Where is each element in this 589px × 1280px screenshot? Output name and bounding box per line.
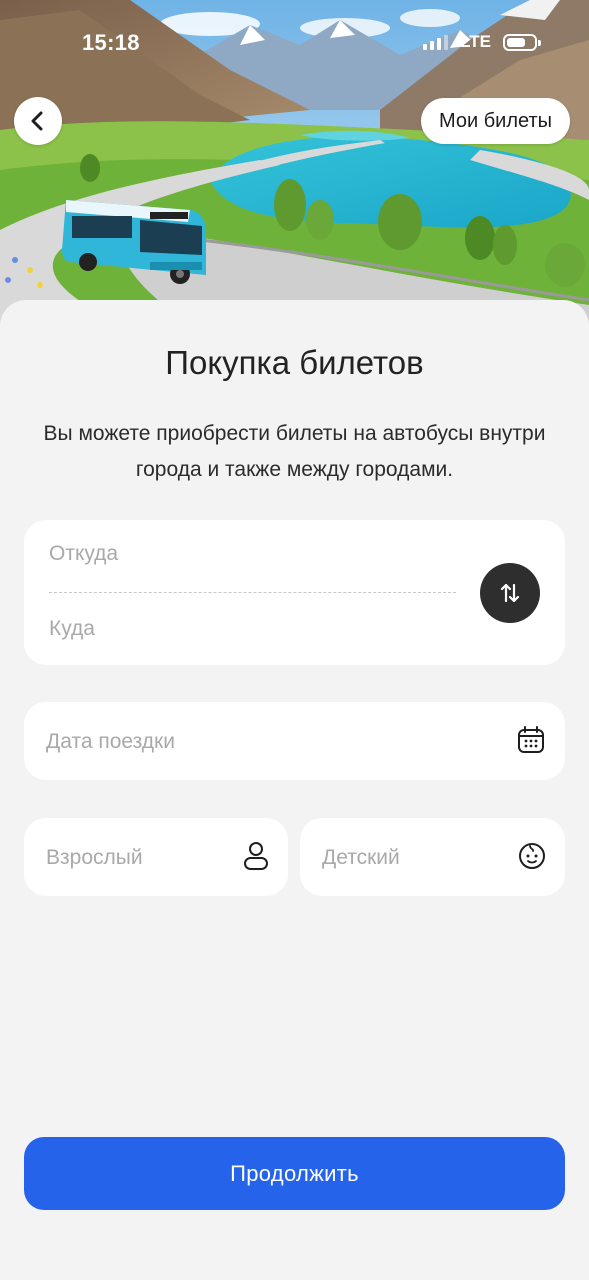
- adult-label: Взрослый: [46, 846, 143, 869]
- status-time: 15:18: [82, 30, 140, 55]
- adult-passengers-field[interactable]: Взрослый: [24, 818, 288, 896]
- swap-icon: [497, 580, 523, 606]
- calendar-icon[interactable]: [515, 724, 547, 756]
- to-field[interactable]: Куда: [49, 617, 95, 641]
- date-placeholder: Дата поездки: [46, 730, 175, 753]
- ticket-purchase-sheet: Покупка билетов Вы можете приобрести бил…: [0, 300, 589, 1280]
- back-arrow-icon: [27, 110, 49, 132]
- person-icon: [240, 840, 272, 872]
- my-tickets-button[interactable]: Мои билеты: [420, 98, 570, 144]
- battery-icon: [503, 33, 541, 51]
- network-type: LTE: [460, 32, 491, 51]
- status-indicators: LTE: [423, 32, 541, 52]
- page-subtitle: Вы можете приобрести билеты на автобусы …: [43, 422, 546, 481]
- child-label: Детский: [322, 846, 400, 869]
- date-field[interactable]: Дата поездки: [24, 702, 565, 780]
- signal-icon: [423, 34, 449, 50]
- page-title: Покупка билетов: [165, 344, 424, 381]
- child-passengers-field[interactable]: Детский: [300, 818, 565, 896]
- route-card: Откуда Куда: [24, 520, 565, 665]
- back-button[interactable]: [14, 97, 62, 145]
- continue-button[interactable]: Продолжить: [24, 1137, 565, 1210]
- baby-face-icon: [516, 840, 548, 872]
- swap-route-button[interactable]: [480, 563, 540, 623]
- from-field[interactable]: Откуда: [49, 542, 118, 566]
- route-divider: [49, 592, 456, 593]
